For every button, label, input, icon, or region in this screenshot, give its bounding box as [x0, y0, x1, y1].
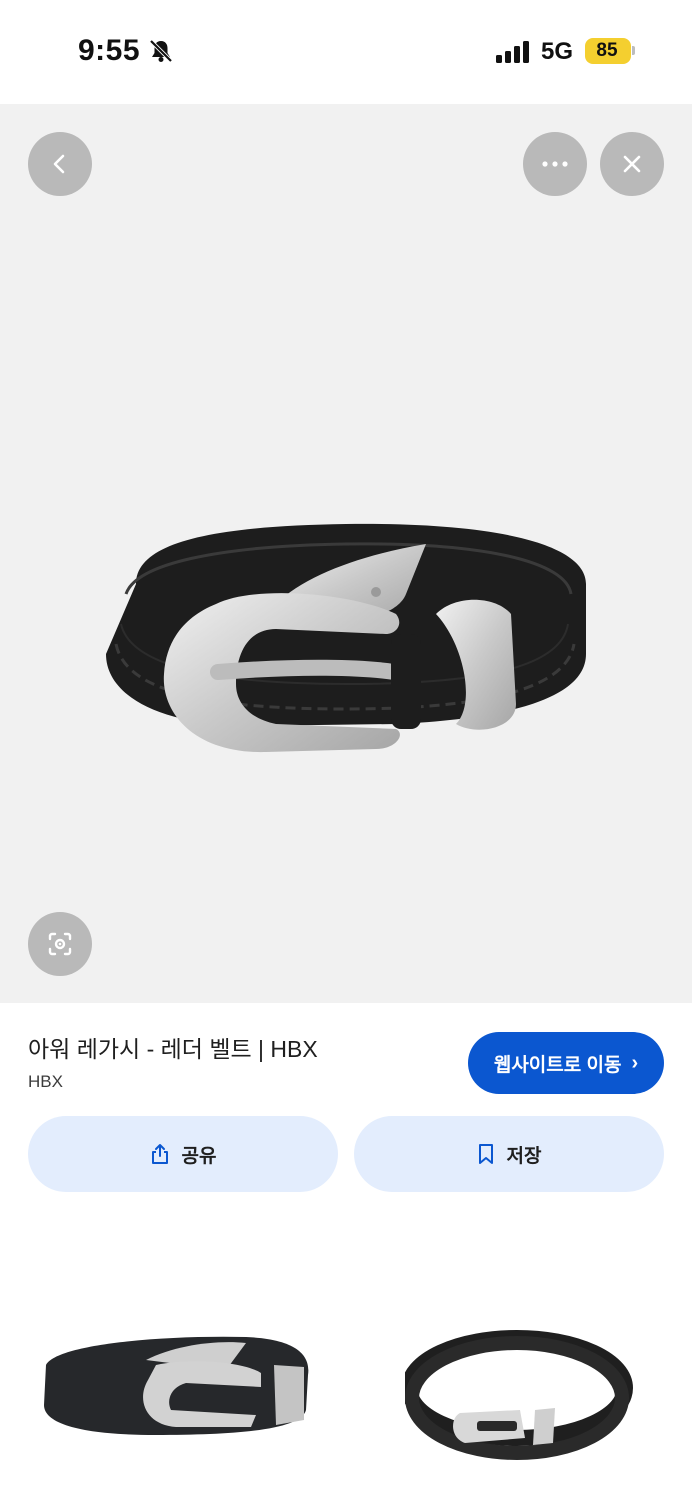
share-button[interactable]: 공유	[28, 1116, 338, 1192]
related-image-2[interactable]	[405, 1318, 635, 1468]
image-viewer[interactable]	[0, 104, 692, 1003]
close-icon	[623, 155, 641, 173]
close-button[interactable]	[600, 132, 664, 196]
save-label: 저장	[506, 1145, 542, 1167]
status-bar: 9:55 5G 85	[0, 0, 692, 104]
network-label: 5G	[541, 38, 574, 65]
bell-off-icon	[149, 39, 173, 63]
related-image-1[interactable]	[36, 1325, 316, 1445]
chevron-right-icon: ›	[631, 1051, 639, 1074]
share-icon	[151, 1144, 168, 1164]
back-button[interactable]	[28, 132, 92, 196]
battery-icon: 85	[585, 38, 631, 64]
more-horizontal-icon	[542, 161, 568, 167]
chevron-left-icon	[53, 154, 65, 174]
share-label: 공유	[181, 1145, 217, 1167]
lens-search-button[interactable]	[28, 912, 92, 976]
bookmark-icon	[478, 1144, 493, 1164]
more-options-button[interactable]	[523, 132, 587, 196]
signal-icon	[496, 41, 529, 63]
belt-product-image	[106, 523, 586, 753]
product-title[interactable]: 아워 레가시 - 레더 벨트 | HBX	[28, 1030, 318, 1064]
lens-search-icon	[48, 932, 72, 956]
battery-cap	[632, 46, 635, 55]
visit-website-button[interactable]: 웹사이트로 이동 ›	[468, 1032, 664, 1094]
save-button[interactable]: 저장	[354, 1116, 664, 1192]
visit-website-label: 웹사이트로 이동	[493, 1054, 622, 1076]
status-time: 9:55	[78, 34, 141, 67]
battery-level: 85	[596, 40, 618, 61]
product-source: HBX	[28, 1072, 63, 1091]
